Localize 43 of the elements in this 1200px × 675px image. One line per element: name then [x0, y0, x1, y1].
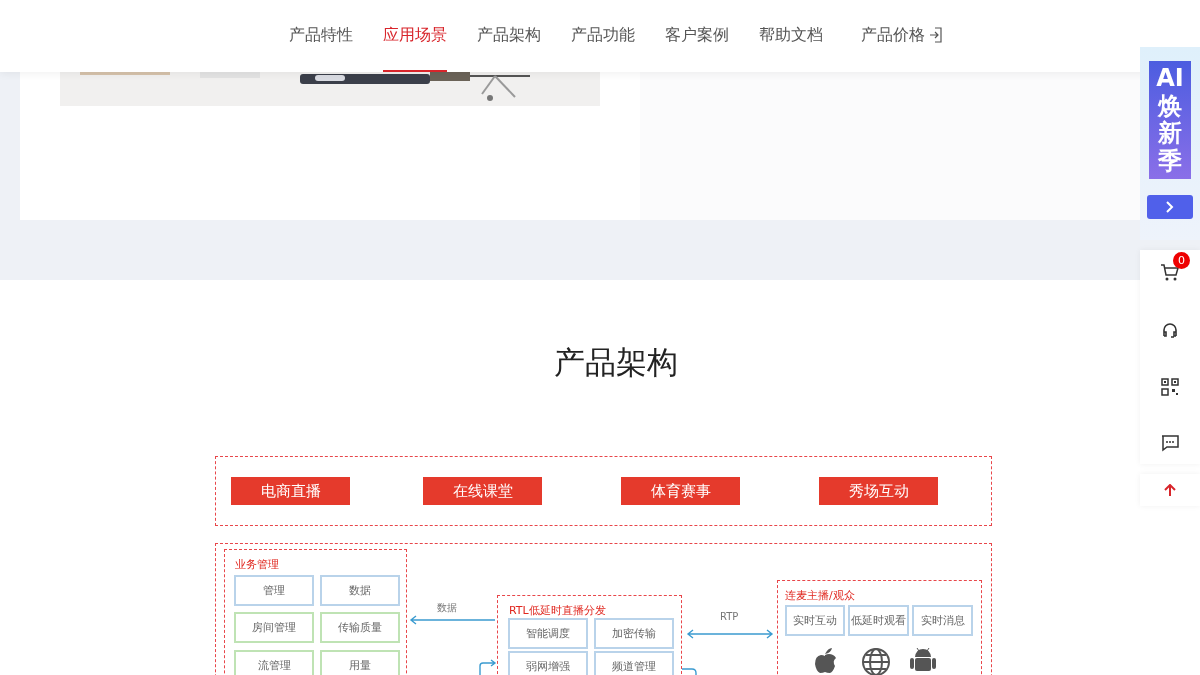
module-cell: 传输质量 [320, 612, 400, 643]
module-cell: 智能调度 [508, 618, 588, 649]
promo-banner[interactable]: AI 焕 新 季 [1140, 47, 1200, 240]
headset-icon[interactable] [1160, 320, 1180, 340]
module-cell: 低延时观看 [848, 605, 909, 636]
scenario-label: 体育赛事 [621, 477, 740, 505]
module-cell: 房间管理 [234, 612, 314, 643]
module-cell: 管理 [234, 575, 314, 606]
module-cell: 数据 [320, 575, 400, 606]
back-to-top-button[interactable] [1140, 474, 1200, 506]
module-cell: 用量 [320, 650, 400, 675]
nav-tab[interactable]: 客户案例 [665, 0, 729, 72]
nav-tab[interactable]: 帮助文档 [759, 0, 823, 72]
module-cell: 流管理 [234, 650, 314, 675]
scenario-label: 秀场互动 [819, 477, 938, 505]
module-cell: 加密传输 [594, 618, 674, 649]
qr-code-icon[interactable] [1161, 378, 1179, 396]
connector-arrow [477, 659, 497, 675]
group-title: 业务管理 [235, 557, 279, 572]
group-title: RTL低延时直播分发 [509, 603, 606, 618]
arrow-label: 数据 [437, 601, 457, 615]
chevron-right-icon [1165, 201, 1175, 214]
section-title: 产品架构 [554, 343, 678, 382]
cart-count: 0 [1173, 252, 1190, 269]
arrow-up-icon [1164, 484, 1176, 496]
group-title: 连麦主播/观众 [785, 588, 855, 603]
scenario-label: 电商直播 [231, 477, 350, 505]
scenario-label: 在线课堂 [423, 477, 542, 505]
banner-text: AI 焕 新 季 [1149, 61, 1191, 180]
globe-icon [861, 647, 891, 675]
nav-tab[interactable]: 产品架构 [477, 0, 541, 72]
chat-icon[interactable] [1161, 434, 1179, 452]
arrow-label: RTP [720, 611, 739, 622]
module-cell: 实时互动 [785, 605, 845, 636]
module-cell: 弱网增强 [508, 651, 588, 675]
apple-icon [812, 646, 838, 675]
nav-tab[interactable]: 产品功能 [571, 0, 635, 72]
module-cell: 实时消息 [912, 605, 973, 636]
nav-tab[interactable]: 产品特性 [289, 0, 353, 72]
login-icon [929, 27, 943, 43]
nav-tab[interactable]: 产品价格 [861, 0, 943, 72]
module-cell: 频道管理 [594, 651, 674, 675]
cart-icon[interactable] [1160, 262, 1180, 282]
